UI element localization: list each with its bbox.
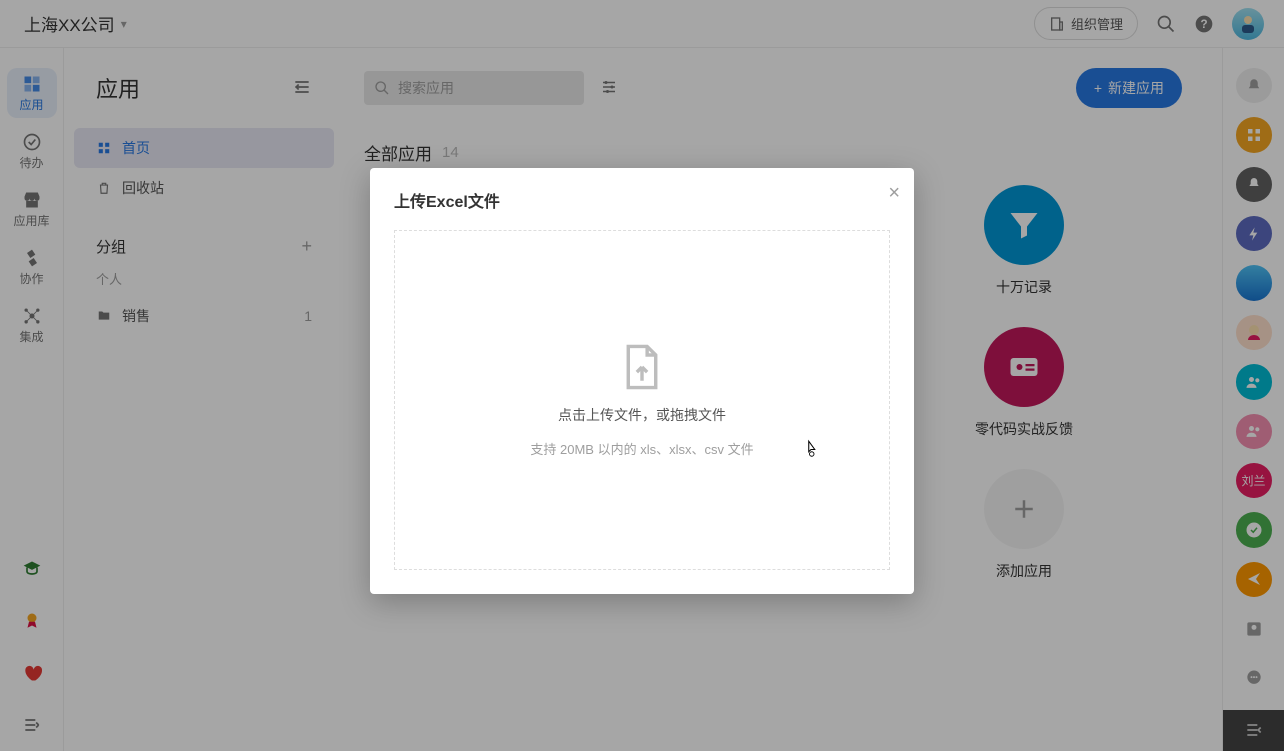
upload-modal: 上传Excel文件 × 点击上传文件，或拖拽文件 支持 20MB 以内的 xls…: [370, 168, 914, 594]
upload-dropzone[interactable]: 点击上传文件，或拖拽文件 支持 20MB 以内的 xls、xlsx、csv 文件: [394, 230, 890, 570]
modal-close-button[interactable]: ×: [888, 182, 900, 205]
modal-overlay[interactable]: 上传Excel文件 × 点击上传文件，或拖拽文件 支持 20MB 以内的 xls…: [0, 0, 1284, 751]
dropzone-hint: 支持 20MB 以内的 xls、xlsx、csv 文件: [530, 439, 753, 458]
file-upload-icon: [621, 343, 663, 391]
modal-title: 上传Excel文件: [394, 188, 890, 212]
dropzone-text: 点击上传文件，或拖拽文件: [558, 405, 726, 425]
